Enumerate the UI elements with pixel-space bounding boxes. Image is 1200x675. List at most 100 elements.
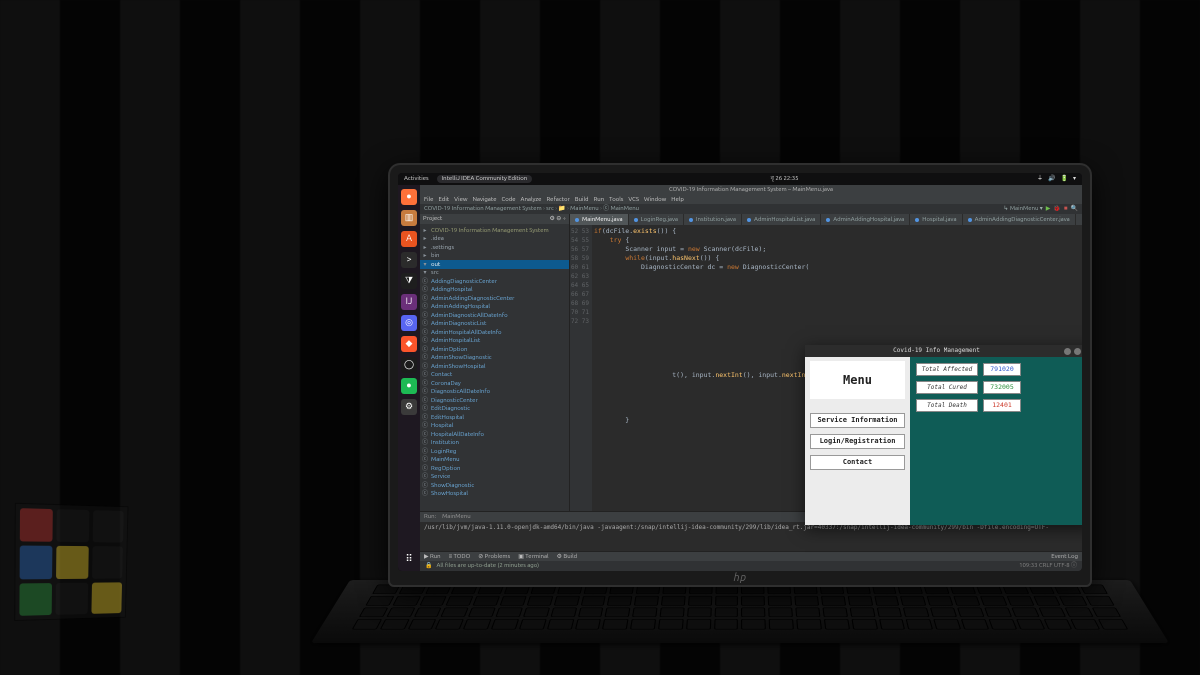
tree-node-addingdiagnosticcenter[interactable]: ⓒAddingDiagnosticCenter <box>420 277 569 286</box>
tab-adminaddinghospital-java[interactable]: AdminAddingHospital.java <box>821 214 910 225</box>
login-registration-button[interactable]: Login/Registration <box>810 434 905 449</box>
tree-node-adminaddingdiagnosticcenter[interactable]: ⓒAdminAddingDiagnosticCenter <box>420 294 569 303</box>
tree-node-coronaday[interactable]: ⓒCoronaDay <box>420 379 569 388</box>
tree-node-service[interactable]: ⓒService <box>420 473 569 482</box>
dock[interactable]: ●▥A>⧩IJ◎◆◯●⚙⠿ <box>398 185 420 571</box>
run-button-icon[interactable]: ▶ <box>1046 205 1051 213</box>
ide-menubar[interactable]: File Edit View Navigate Code Analyze Refactor B… <box>420 195 1082 204</box>
spotify-icon[interactable]: ● <box>401 378 417 394</box>
tree-node-institution[interactable]: ⓒInstitution <box>420 439 569 448</box>
files-icon[interactable]: ▥ <box>401 210 417 226</box>
editor-tabs[interactable]: MainMenu.javaLoginReg.javaInstitution.ja… <box>570 214 1082 225</box>
ide-breadcrumb[interactable]: COVID-19 Information Management System ›… <box>420 204 1082 214</box>
covid-info-window[interactable]: Covid-19 Info Management <box>805 345 1082 525</box>
status-right[interactable]: 109:33 CRLF UTF-8 ⓘ <box>1019 562 1077 570</box>
tree-node-showhospital[interactable]: ⓒShowHospital <box>420 490 569 499</box>
run-config-name[interactable]: MainMenu <box>442 513 471 521</box>
tab-adminaddingdiagnosticcenter-java[interactable]: AdminAddingDiagnosticCenter.java <box>963 214 1076 225</box>
tree-node-src[interactable]: ▾src <box>420 269 569 278</box>
tab-hospital-java[interactable]: Hospital.java <box>910 214 962 225</box>
tree-node-diagnosticalldateinfo[interactable]: ⓒDiagnosticAllDateInfo <box>420 388 569 397</box>
tree-node-diagnosticcenter[interactable]: ⓒDiagnosticCenter <box>420 396 569 405</box>
tree-node-admindiagnosticlist[interactable]: ⓒAdminDiagnosticList <box>420 320 569 329</box>
terminal-icon[interactable]: > <box>401 252 417 268</box>
ide-statusbar[interactable]: 🔒 All files are up-to-date (2 minutes ag… <box>420 561 1082 571</box>
tree-node-out[interactable]: ▾out <box>420 260 569 269</box>
tree-node--idea[interactable]: ▸.idea <box>420 235 569 244</box>
menu-edit[interactable]: Edit <box>439 196 450 204</box>
breadcrumb-segment[interactable]: 📁 <box>558 205 565 212</box>
window-minimize-icon[interactable] <box>1064 348 1071 355</box>
tree-node-edithospital[interactable]: ⓒEditHospital <box>420 413 569 422</box>
obs-icon[interactable]: ◯ <box>401 357 417 373</box>
project-view-label[interactable]: Project <box>423 215 442 223</box>
menu-file[interactable]: File <box>424 196 434 204</box>
breadcrumb-segment[interactable]: COVID-19 Information Management System <box>424 205 542 212</box>
tree-node-showdiagnostic[interactable]: ⓒShowDiagnostic <box>420 481 569 490</box>
menu-code[interactable]: Code <box>502 196 516 204</box>
debug-button-icon[interactable]: 🐞 <box>1053 205 1060 213</box>
intellij-icon[interactable]: IJ <box>401 294 417 310</box>
menu-view[interactable]: View <box>454 196 467 204</box>
event-log-tab[interactable]: Event Log <box>1051 553 1078 561</box>
tree-node-loginreg[interactable]: ⓒLoginReg <box>420 447 569 456</box>
gnome-topbar[interactable]: Activities IntelliJ IDEA Community Editi… <box>398 173 1082 185</box>
tree-node-hospital[interactable]: ⓒHospital <box>420 422 569 431</box>
topbar-status-area[interactable]: ⏚ 🔊 🔋 ▾ <box>1037 175 1076 183</box>
brave-icon[interactable]: ◆ <box>401 336 417 352</box>
topbar-clock[interactable]: বৃ 26 22:35 <box>532 175 1037 183</box>
stop-button-icon[interactable]: ■ <box>1064 205 1068 213</box>
breadcrumb-segment[interactable]: src <box>546 205 554 212</box>
tree-node-bin[interactable]: ▸bin <box>420 252 569 261</box>
bottom-tab-run[interactable]: ▶ Run <box>424 553 441 561</box>
network-icon[interactable]: ⏚ <box>1037 175 1043 183</box>
menu-vcs[interactable]: VCS <box>628 196 639 204</box>
tree-node-hospitalalldateinfo[interactable]: ⓒHospitalAllDateInfo <box>420 430 569 439</box>
service-information-button[interactable]: Service Information <box>810 413 905 428</box>
tree-node-regoption[interactable]: ⓒRegOption <box>420 464 569 473</box>
menu-run[interactable]: Run <box>594 196 605 204</box>
intellij-window[interactable]: COVID-19 Information Management System –… <box>420 185 1082 571</box>
tree-node-adminshowhospital[interactable]: ⓒAdminShowHospital <box>420 362 569 371</box>
activities-button[interactable]: Activities <box>404 175 429 183</box>
breadcrumb-segment[interactable]: ⓒ MainMenu <box>603 205 639 212</box>
tree-node--settings[interactable]: ▸.settings <box>420 243 569 252</box>
menu-build[interactable]: Build <box>575 196 589 204</box>
discord-icon[interactable]: ◎ <box>401 315 417 331</box>
bottom-tab-terminal[interactable]: ▣ Terminal <box>518 553 548 561</box>
covid-window-titlebar[interactable]: Covid-19 Info Management <box>805 345 1082 357</box>
menu-help[interactable]: Help <box>671 196 684 204</box>
topbar-app-pill[interactable]: IntelliJ IDEA Community Edition <box>437 175 533 183</box>
project-panel[interactable]: Project ⚙ ⊖ ÷ ▸COVID-19 Information Mana… <box>420 214 570 511</box>
ide-bottom-tabs[interactable]: ▶ Run≡ TODO⊘ Problems▣ Terminal⚙ BuildEv… <box>420 551 1082 561</box>
gear-icon[interactable]: ⚙ <box>401 399 417 415</box>
tree-node-adminaddinghospital[interactable]: ⓒAdminAddingHospital <box>420 303 569 312</box>
power-icon[interactable]: ▾ <box>1073 175 1076 183</box>
search-icon[interactable]: 🔍 <box>1071 205 1078 213</box>
bottom-tab-todo[interactable]: ≡ TODO <box>449 553 471 561</box>
volume-icon[interactable]: 🔊 <box>1048 175 1055 183</box>
menu-window[interactable]: Window <box>644 196 666 204</box>
tree-node-mainmenu[interactable]: ⓒMainMenu <box>420 456 569 465</box>
window-maximize-icon[interactable] <box>1074 348 1081 355</box>
tree-node-contact[interactable]: ⓒContact <box>420 371 569 380</box>
tree-node-adminoption[interactable]: ⓒAdminOption <box>420 345 569 354</box>
menu-analyze[interactable]: Analyze <box>521 196 542 204</box>
menu-tools[interactable]: Tools <box>609 196 623 204</box>
tab-mainmenu-java[interactable]: MainMenu.java <box>570 214 629 225</box>
show-apps-icon[interactable]: ⠿ <box>405 553 412 566</box>
menu-navigate[interactable]: Navigate <box>473 196 497 204</box>
bottom-tab-build[interactable]: ⚙ Build <box>557 553 578 561</box>
project-panel-header[interactable]: Project ⚙ ⊖ ÷ <box>420 214 569 224</box>
contact-button[interactable]: Contact <box>810 455 905 470</box>
ide-titlebar[interactable]: COVID-19 Information Management System –… <box>420 185 1082 195</box>
tree-node-adminhospitallist[interactable]: ⓒAdminHospitalList <box>420 337 569 346</box>
firefox-icon[interactable]: ● <box>401 189 417 205</box>
battery-icon[interactable]: 🔋 <box>1061 175 1068 183</box>
tree-node-adminshowdiagnostic[interactable]: ⓒAdminShowDiagnostic <box>420 354 569 363</box>
tree-node-covid-19-information-management-system[interactable]: ▸COVID-19 Information Management System <box>420 226 569 235</box>
project-tree[interactable]: ▸COVID-19 Information Management System▸… <box>420 224 569 511</box>
run-config-selector[interactable]: ↳ MainMenu ▾ <box>1003 205 1042 213</box>
vscode-icon[interactable]: ⧩ <box>401 273 417 289</box>
menu-refactor[interactable]: Refactor <box>546 196 569 204</box>
